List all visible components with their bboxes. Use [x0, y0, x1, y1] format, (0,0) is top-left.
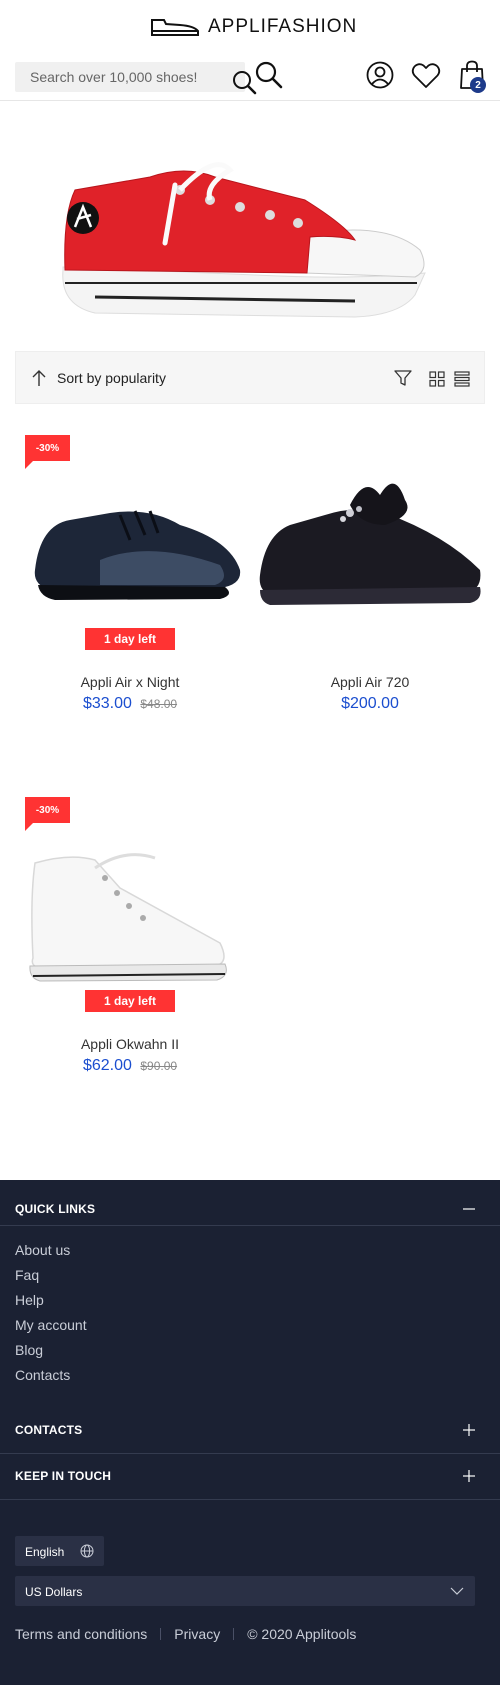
- site-footer: QUICK LINKS About us Faq Help My account…: [0, 1180, 500, 1685]
- list-view-icon[interactable]: [454, 371, 470, 387]
- footer-divider: [0, 1499, 500, 1500]
- product-old-price: $90.00: [140, 1059, 178, 1073]
- product-image[interactable]: [255, 465, 485, 625]
- hero-shoe-image: [62, 162, 426, 318]
- product-card[interactable]: -30% 1 day left Appli Air x Night $33.00…: [10, 425, 250, 715]
- site-header: APPLIFASHION 2: [0, 0, 500, 101]
- sort-arrow-icon[interactable]: [30, 369, 48, 387]
- price-row: $200.00: [250, 695, 490, 713]
- quick-links-heading[interactable]: QUICK LINKS: [15, 1202, 485, 1216]
- copyright-text: © 2020 Applitools: [247, 1626, 357, 1642]
- currency-selector[interactable]: US Dollars: [15, 1576, 475, 1606]
- collapse-minus-icon[interactable]: [462, 1202, 476, 1216]
- product-name[interactable]: Appli Air x Night: [10, 674, 250, 690]
- footer-link-help[interactable]: Help: [15, 1292, 44, 1308]
- cart-count-badge: 2: [470, 77, 486, 93]
- footer-link-about[interactable]: About us: [15, 1242, 70, 1258]
- footer-divider: [0, 1453, 500, 1454]
- product-card[interactable]: Appli Air 720 $200.00: [250, 425, 490, 715]
- product-price: $62.00: [82, 1057, 132, 1074]
- product-price: $33.00: [82, 695, 132, 712]
- footer-divider: [0, 1225, 500, 1226]
- price-row: $62.00 $90.00: [10, 1057, 250, 1075]
- product-image[interactable]: [30, 485, 245, 625]
- heart-icon[interactable]: [411, 62, 441, 89]
- language-selector[interactable]: English: [15, 1536, 104, 1566]
- product-name[interactable]: Appli Air 720: [250, 674, 490, 690]
- logo[interactable]: APPLIFASHION: [150, 14, 360, 40]
- product-name[interactable]: Appli Okwahn II: [10, 1036, 250, 1052]
- search-icon[interactable]: [254, 60, 284, 90]
- keep-in-touch-heading[interactable]: KEEP IN TOUCH: [15, 1469, 485, 1483]
- discount-badge: -30%: [25, 435, 70, 469]
- price-row: $33.00 $48.00: [10, 695, 250, 713]
- contacts-heading[interactable]: CONTACTS: [15, 1423, 485, 1437]
- currency-label: US Dollars: [25, 1585, 83, 1599]
- footer-bottom-links: Terms and conditions Privacy © 2020 Appl…: [15, 1626, 356, 1642]
- grid-view-icon[interactable]: [429, 371, 445, 387]
- chevron-down-icon: [450, 1587, 464, 1595]
- sort-toolbar: Sort by popularity: [15, 351, 485, 404]
- footer-link-account[interactable]: My account: [15, 1317, 87, 1333]
- globe-icon: [80, 1544, 94, 1558]
- product-old-price: $48.00: [140, 697, 178, 711]
- filter-icon[interactable]: [394, 369, 412, 387]
- sort-dropdown[interactable]: Sort by popularity: [57, 370, 166, 386]
- footer-link-blog[interactable]: Blog: [15, 1342, 43, 1358]
- expand-plus-icon[interactable]: [462, 1423, 476, 1437]
- logo-text: APPLIFASHION: [208, 16, 358, 37]
- discount-badge: -30%: [25, 797, 70, 831]
- language-label: English: [25, 1545, 65, 1559]
- separator: [160, 1628, 162, 1640]
- expand-plus-icon[interactable]: [462, 1469, 476, 1483]
- search-input[interactable]: [15, 62, 215, 92]
- privacy-link[interactable]: Privacy: [174, 1626, 220, 1642]
- shoe-logo-icon: [151, 19, 199, 36]
- footer-link-faq[interactable]: Faq: [15, 1267, 39, 1283]
- days-left-badge: 1 day left: [85, 628, 175, 650]
- footer-link-contacts[interactable]: Contacts: [15, 1367, 70, 1383]
- separator: [233, 1628, 235, 1640]
- product-price: $200.00: [341, 695, 399, 712]
- terms-link[interactable]: Terms and conditions: [15, 1626, 147, 1642]
- product-image[interactable]: [25, 848, 235, 993]
- product-card[interactable]: -30% 1 day left Appli Okwahn II $62.00 $…: [10, 788, 250, 1078]
- search-bar: [15, 62, 257, 95]
- days-left-badge: 1 day left: [85, 990, 175, 1012]
- account-icon[interactable]: [366, 61, 394, 89]
